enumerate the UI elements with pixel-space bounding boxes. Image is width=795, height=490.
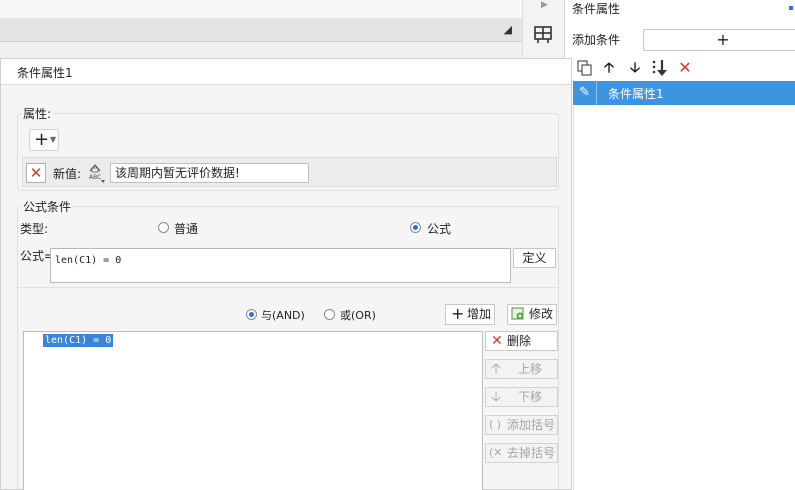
condition-list[interactable]: len(C1) = 0 <box>23 331 483 490</box>
move-down-button[interactable]: 🡣 下移 <box>485 387 558 407</box>
panel-marker <box>789 6 793 10</box>
move-down-label: 下移 <box>518 390 543 404</box>
formula-prefix-label: 公式= <box>20 249 55 263</box>
corner-pin-icon[interactable]: ◢ <box>504 23 512 36</box>
new-value-input[interactable]: 该周期内暂无评价数据! <box>110 163 309 183</box>
top-strip <box>0 0 522 18</box>
add-condition-label: 添加条件 <box>572 33 621 47</box>
add-bracket-button[interactable]: ( ) 添加括号 <box>485 415 558 435</box>
arrow-down-icon[interactable]: 🡣 <box>625 58 645 78</box>
logic-or-label[interactable]: 或(OR) <box>340 307 376 323</box>
add-bracket-label: 添加括号 <box>507 418 556 432</box>
tab-condition-1[interactable]: 条件属性1 <box>17 64 73 81</box>
list-item[interactable]: len(C1) = 0 <box>43 334 114 347</box>
vertical-tool-strip: ▶ <box>522 0 564 58</box>
background-gap <box>0 42 522 58</box>
add-condition-button[interactable]: + <box>643 29 795 51</box>
move-up-button[interactable]: 🡡 上移 <box>485 359 558 379</box>
move-up-label: 上移 <box>518 362 543 376</box>
define-button[interactable]: 定义 <box>513 248 556 268</box>
remove-attribute-button[interactable]: ✕ <box>26 163 46 183</box>
svg-text:ABC: ABC <box>89 174 101 181</box>
logic-and-label[interactable]: 与(AND) <box>261 307 305 323</box>
delete-button-label: 删除 <box>507 334 532 348</box>
list-item-label: 条件属性1 <box>608 87 664 101</box>
panel-toolbar: 🡡 🡣 ✕ <box>575 58 795 80</box>
plus-icon: + <box>451 304 465 323</box>
arrow-down-icon: 🡣 <box>491 389 502 405</box>
new-value-label: 新值: <box>53 167 82 181</box>
bracket-icon: ( ) <box>489 418 502 431</box>
copy-icon[interactable] <box>575 58 595 78</box>
arrow-up-icon: 🡡 <box>491 361 502 377</box>
remove-bracket-icon: (✕ <box>489 446 503 459</box>
list-item[interactable]: ✎ 条件属性1 <box>573 81 795 105</box>
modify-button-label: 修改 <box>529 307 554 321</box>
type-formula-label[interactable]: 公式 <box>427 220 451 237</box>
toolbar-strip: ◢ <box>0 18 522 42</box>
delete-x-icon: ✕ <box>491 333 503 349</box>
remove-bracket-button[interactable]: (✕ 去掉括号 <box>485 443 558 463</box>
formula-input[interactable]: len(C1) = 0 <box>50 248 511 283</box>
modify-button[interactable]: 修改 <box>507 304 557 325</box>
text-format-icon[interactable]: ABC <box>87 162 107 184</box>
logic-or-radio[interactable] <box>324 309 335 320</box>
arrow-up-icon[interactable]: 🡡 <box>599 58 619 78</box>
remove-bracket-label: 去掉括号 <box>507 446 556 460</box>
pencil-icon[interactable]: ✎ <box>573 81 597 105</box>
panel-title: 条件属性 <box>572 2 621 16</box>
formula-condition-label: 公式条件 <box>21 198 74 215</box>
type-normal-radio[interactable] <box>158 222 169 233</box>
plus-icon: + <box>34 129 50 150</box>
condition-properties-panel: 条件属性 添加条件 + 🡡 🡣 ✕ ✎ 条件属性1 <box>564 0 795 490</box>
dialog-tab-bar: 条件属性1 <box>1 59 571 85</box>
delete-x-icon[interactable]: ✕ <box>675 58 695 78</box>
collapse-arrow-icon[interactable]: ▶ <box>541 0 548 10</box>
condition-dialog: 条件属性1 属性: + ▼ ✕ 新值: ABC 该周期内暂无评价数据! 公式条件… <box>0 58 572 490</box>
attributes-group-label: 属性: <box>21 105 54 122</box>
type-formula-radio[interactable] <box>410 222 421 233</box>
chevron-down-icon: ▼ <box>50 135 57 144</box>
sort-down-icon[interactable] <box>649 58 669 78</box>
divider <box>18 287 559 288</box>
type-normal-label[interactable]: 普通 <box>174 220 198 237</box>
new-value-row: ✕ 新值: ABC 该周期内暂无评价数据! <box>22 157 557 187</box>
add-button-label: 增加 <box>467 307 492 321</box>
add-button[interactable]: + 增加 <box>445 304 495 325</box>
type-label: 类型: <box>20 222 49 236</box>
grid-layout-icon[interactable] <box>534 26 552 44</box>
add-attribute-dropdown[interactable]: + ▼ <box>29 129 59 151</box>
modify-gear-icon <box>511 305 526 327</box>
divider <box>573 105 574 490</box>
logic-and-radio[interactable] <box>246 309 257 320</box>
delete-button[interactable]: ✕ 删除 <box>485 331 558 351</box>
